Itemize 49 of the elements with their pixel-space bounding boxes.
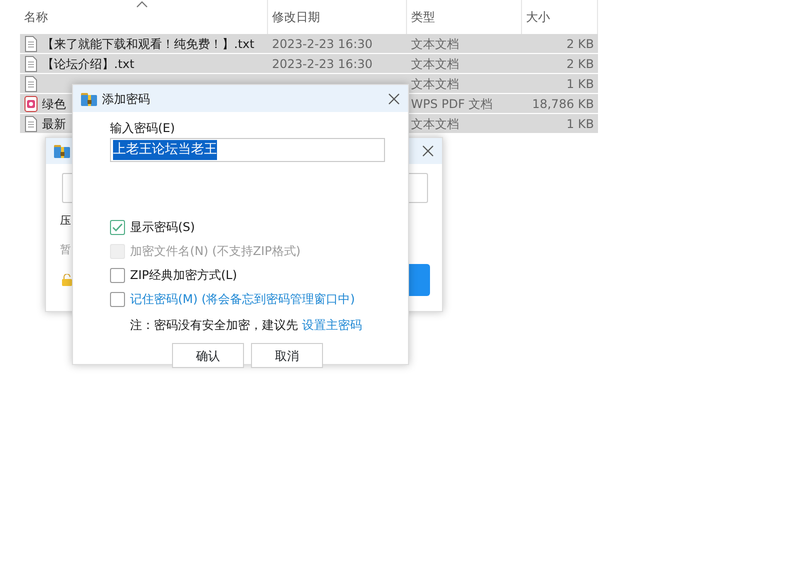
sort-chevron-icon <box>136 1 148 8</box>
archive-folder-icon <box>81 92 97 106</box>
column-header[interactable]: 修改日期 <box>272 8 320 26</box>
file-name: 绿色 <box>42 96 66 112</box>
column-header[interactable]: 类型 <box>411 8 435 26</box>
settings-link[interactable]: 设置主密码 <box>302 316 362 334</box>
column-header[interactable]: 大小 <box>526 8 550 26</box>
note-text: 注：密码没有安全加密，建议先 <box>130 317 298 334</box>
password-field[interactable]: 上老王论坛当老王 <box>110 138 385 162</box>
column-header[interactable]: 名称 <box>24 8 48 26</box>
dialog-button[interactable]: 确认 <box>172 343 244 368</box>
file-size: 2 KB <box>566 36 594 50</box>
file-row[interactable]: 【来了就能下载和观看！纯免费！】.txt 2023-2-23 16:30 文本文档 2 KB <box>20 34 598 54</box>
close-icon <box>422 145 434 158</box>
option-link[interactable]: 记住密码(M) (将会备忘到密码管理窗口中) <box>130 290 355 308</box>
close-button[interactable] <box>422 144 434 158</box>
file-type: 文本文档 <box>411 56 459 70</box>
option-label: ZIP经典加密方式(L) <box>130 267 238 284</box>
file-name: 【来了就能下载和观看！纯免费！】.txt <box>42 36 254 52</box>
file-size: 1 KB <box>566 76 594 90</box>
file-type: WPS PDF 文档 <box>411 96 493 110</box>
checkbox[interactable] <box>110 292 125 306</box>
checkbox[interactable] <box>110 268 125 282</box>
option-label: 显示密码(S) <box>130 219 195 236</box>
file-date: 2023-2-23 16:30 <box>272 56 372 70</box>
file-size: 18,786 KB <box>532 96 594 110</box>
file-type: 文本文档 <box>411 116 459 130</box>
file-row[interactable]: 【论坛介绍】.txt 2023-2-23 16:30 文本文档 2 KB <box>20 54 598 74</box>
file-size: 1 KB <box>566 116 594 130</box>
document-icon <box>24 56 38 72</box>
file-size: 2 KB <box>566 56 594 70</box>
dialog-title: 添加密码 <box>102 90 150 108</box>
field-label: 压 <box>60 213 71 229</box>
archive-folder-icon <box>54 144 70 158</box>
option-label: 加密文件名(N) (不支持ZIP格式) <box>130 243 301 260</box>
file-date: 2023-2-23 16:30 <box>272 36 372 50</box>
document-icon <box>24 36 38 52</box>
check-icon <box>112 222 123 232</box>
checkbox[interactable] <box>110 220 125 234</box>
hint-text: 暂 <box>60 242 71 258</box>
dialog-button[interactable]: 取消 <box>251 343 323 368</box>
close-icon <box>388 92 400 105</box>
lock-icon <box>62 274 72 286</box>
file-name: 【论坛介绍】.txt <box>42 56 134 72</box>
close-button[interactable] <box>388 92 400 105</box>
file-type: 文本文档 <box>411 36 459 50</box>
field-label: 输入密码(E) <box>110 120 175 137</box>
file-type: 文本文档 <box>411 76 459 90</box>
file-name: 最新 <box>42 116 66 132</box>
